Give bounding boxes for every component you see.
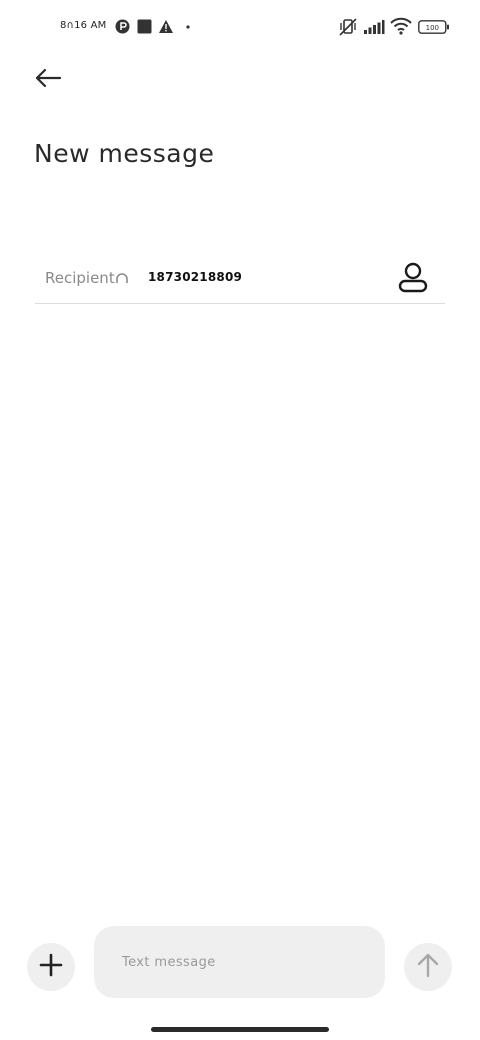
vibrate-off-icon [338, 17, 358, 37]
loading-cursor-icon [115, 269, 129, 288]
battery-level: 100 [426, 24, 439, 32]
home-indicator[interactable] [151, 1027, 329, 1032]
recipient-value[interactable]: 18730218809 [148, 270, 242, 284]
app-notification-icon [115, 19, 130, 34]
status-time: 8∩16 AM [60, 20, 107, 31]
status-bar: 8∩16 AM 100 [0, 0, 480, 56]
send-button[interactable] [404, 943, 452, 991]
arrow-left-icon [34, 68, 62, 92]
plus-icon [39, 953, 63, 981]
back-button[interactable] [28, 62, 68, 98]
message-input[interactable] [94, 926, 385, 998]
signal-icon [363, 19, 385, 35]
dot-icon [186, 25, 190, 29]
recipient-field[interactable]: Recipient 18730218809 [35, 252, 445, 304]
person-icon [397, 262, 429, 299]
recipient-label: Recipient [45, 269, 115, 287]
attach-button[interactable] [27, 943, 75, 991]
contact-picker-button[interactable] [397, 261, 429, 295]
warning-icon [158, 19, 174, 34]
app-square-icon [137, 19, 152, 34]
battery-icon: 100 [418, 20, 450, 34]
arrow-up-icon [416, 952, 440, 982]
page-title: New message [34, 139, 215, 168]
wifi-icon [390, 17, 412, 35]
